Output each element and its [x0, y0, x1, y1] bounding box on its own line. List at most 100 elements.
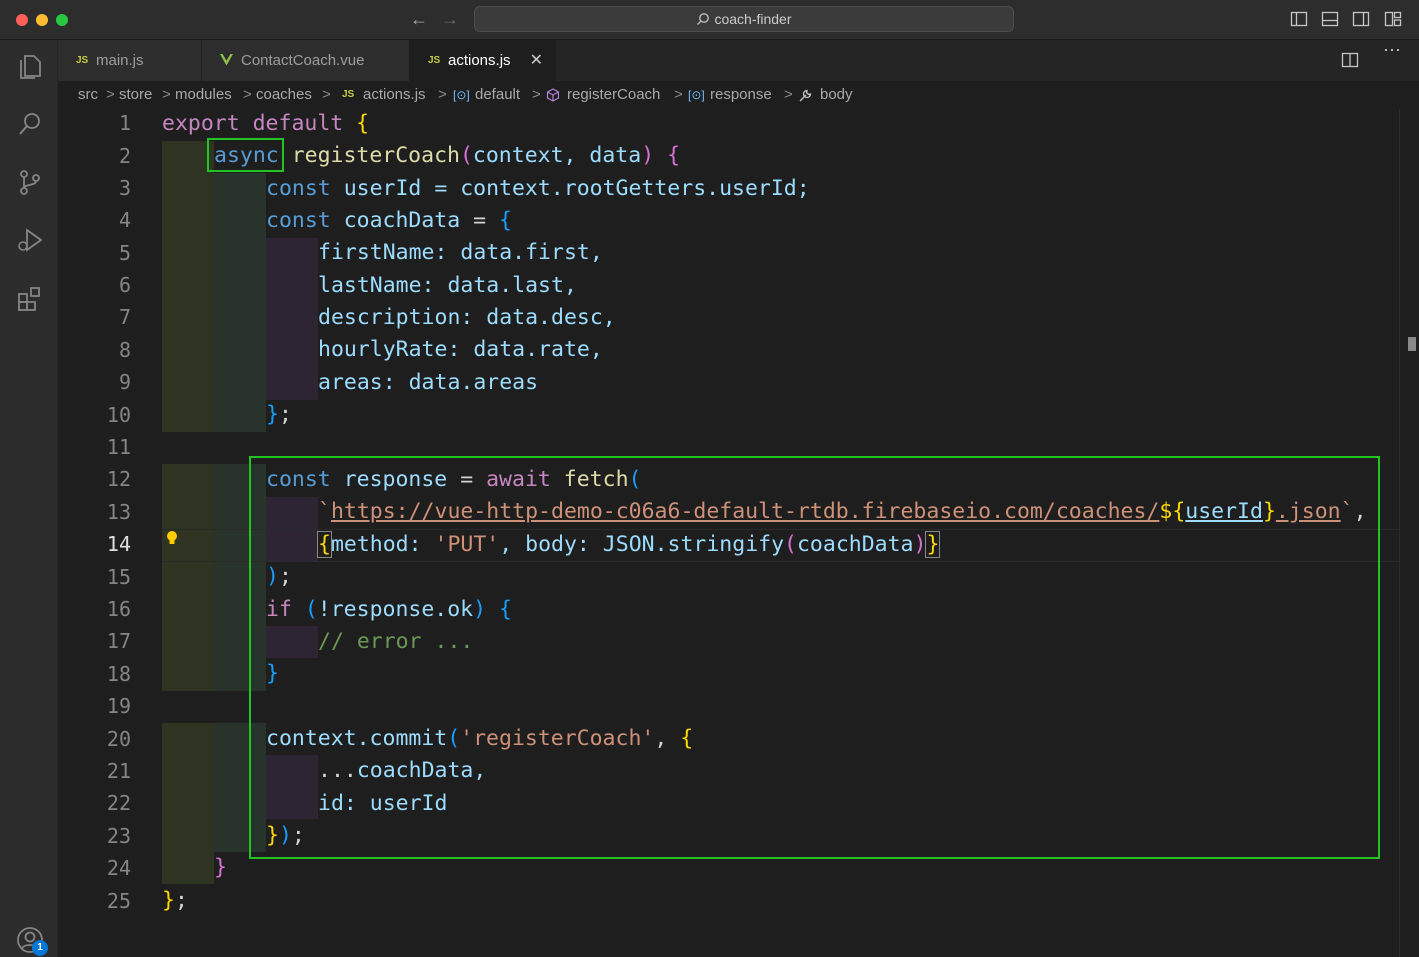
line-number: 9	[118, 370, 131, 394]
method-cube-icon	[546, 88, 560, 102]
token-keyword: export default	[162, 111, 344, 136]
tab-label: ContactCoach.vue	[241, 52, 365, 69]
toggle-secondary-sidebar-icon[interactable]	[1352, 10, 1370, 28]
breadcrumb-item-src[interactable]: src	[78, 81, 98, 109]
minimize-window-button[interactable]	[36, 14, 48, 26]
token-variable: coachData	[343, 208, 461, 233]
module-symbol-icon: [⊙]	[453, 88, 470, 102]
line-number: 15	[106, 565, 131, 589]
line-number: 17	[106, 629, 131, 653]
lightbulb-icon[interactable]	[166, 530, 178, 546]
command-center-search[interactable]: coach-finder	[474, 6, 1014, 32]
js-icon: JS	[342, 89, 355, 100]
indent-guide	[162, 723, 214, 884]
breadcrumb-item-modules[interactable]: modules	[175, 81, 232, 109]
breadcrumb-item-body[interactable]: body	[820, 81, 853, 109]
token-variable: userId	[343, 176, 422, 201]
maximize-window-button[interactable]	[56, 14, 68, 26]
breadcrumb-separator: >	[784, 86, 793, 103]
token-bracket: }	[266, 402, 279, 427]
code-line-9: areas: data.areas	[318, 370, 539, 395]
close-icon[interactable]: ✕	[530, 40, 543, 81]
breadcrumb: src > store > modules > coaches > JS act…	[58, 81, 1419, 109]
code-line-1: export default {	[162, 111, 369, 136]
extensions-icon[interactable]	[14, 282, 46, 314]
editor-tab-bar: JS main.js ContactCoach.vue JS actions.j…	[58, 40, 1419, 81]
breadcrumb-item-actions-js[interactable]: actions.js	[363, 81, 426, 109]
line-number: 5	[118, 241, 131, 265]
indent-guide	[266, 238, 318, 400]
line-number: 13	[106, 500, 131, 524]
customize-layout-icon[interactable]	[1384, 10, 1402, 28]
token-bracket: (	[459, 143, 473, 168]
toggle-panel-icon[interactable]	[1321, 10, 1339, 28]
breadcrumb-separator: >	[106, 86, 115, 103]
line-number: 7	[118, 305, 131, 329]
code-line-7: description: data.desc,	[318, 305, 616, 330]
breadcrumb-separator: >	[532, 86, 541, 103]
breadcrumb-item-default[interactable]: default	[475, 81, 520, 109]
token-bracket: {	[499, 208, 512, 233]
code-editor[interactable]: 1 2 3 4 5 6 7 8 9 10 11 12 13 14 15 16 1…	[58, 109, 1399, 957]
line-number: 6	[118, 273, 131, 297]
line-number: 18	[106, 662, 131, 686]
line-number: 10	[106, 403, 131, 427]
breadcrumb-separator: >	[243, 86, 252, 103]
tab-main-js[interactable]: JS main.js	[58, 40, 202, 81]
line-number: 25	[106, 889, 131, 913]
breadcrumb-separator: >	[674, 86, 683, 103]
tab-contactcoach-vue[interactable]: ContactCoach.vue	[202, 40, 410, 81]
breadcrumb-separator: >	[322, 86, 331, 103]
js-icon: JS	[76, 55, 89, 66]
line-number: 8	[118, 338, 131, 362]
line-number: 12	[106, 467, 131, 491]
indent-guide	[162, 141, 214, 432]
back-arrow-icon[interactable]: ←	[408, 8, 430, 30]
token-storage: const	[266, 176, 331, 201]
code-line-8: hourlyRate: data.rate,	[318, 337, 603, 362]
fetch-block-highlight-box	[249, 456, 1380, 859]
more-actions-icon[interactable]: ⋯	[1383, 40, 1401, 61]
line-number: 23	[106, 824, 131, 848]
search-icon	[697, 13, 710, 25]
split-editor-icon[interactable]	[1341, 52, 1359, 68]
breadcrumb-item-response[interactable]: response	[710, 81, 772, 109]
line-number: 3	[118, 176, 131, 200]
breadcrumb-item-coaches[interactable]: coaches	[256, 81, 312, 109]
activity-bar: 1	[0, 40, 58, 957]
tab-actions-js[interactable]: JS actions.js ✕	[410, 40, 556, 81]
search-icon[interactable]	[14, 108, 46, 140]
token-bracket: {	[667, 143, 681, 168]
token-bracket: {	[356, 111, 370, 136]
line-number: 21	[106, 759, 131, 783]
indent-guide	[214, 173, 266, 432]
run-and-debug-icon[interactable]	[14, 224, 46, 256]
line-number: 20	[106, 727, 131, 751]
window-title: coach-finder	[714, 11, 792, 27]
current-line-number: 14	[106, 532, 131, 556]
close-window-button[interactable]	[16, 14, 28, 26]
explorer-icon[interactable]	[14, 50, 46, 82]
line-number: 16	[106, 597, 131, 621]
toggle-primary-sidebar-icon[interactable]	[1290, 10, 1308, 28]
forward-arrow-icon[interactable]: →	[439, 8, 461, 30]
breadcrumb-item-registercoach[interactable]: registerCoach	[567, 81, 660, 109]
vue-icon	[220, 54, 233, 66]
breadcrumb-separator: >	[438, 86, 447, 103]
token-punctuation: ;	[174, 888, 188, 913]
line-number: 4	[118, 208, 131, 232]
token-punctuation: ;	[278, 402, 292, 427]
breadcrumb-item-store[interactable]: store	[119, 81, 152, 109]
breadcrumb-separator: >	[162, 86, 171, 103]
code-line-6: lastName: data.last,	[318, 273, 577, 298]
async-highlight-box	[207, 138, 284, 172]
wrench-icon	[799, 89, 812, 102]
js-icon: JS	[428, 55, 441, 66]
code-line-24: }	[214, 855, 227, 880]
line-number: 22	[106, 791, 131, 815]
tab-label: main.js	[96, 52, 144, 69]
source-control-icon[interactable]	[14, 166, 46, 198]
vertical-scrollbar[interactable]	[1399, 109, 1419, 957]
token-bracket: )	[641, 143, 655, 168]
token-params: context, data	[472, 143, 642, 168]
